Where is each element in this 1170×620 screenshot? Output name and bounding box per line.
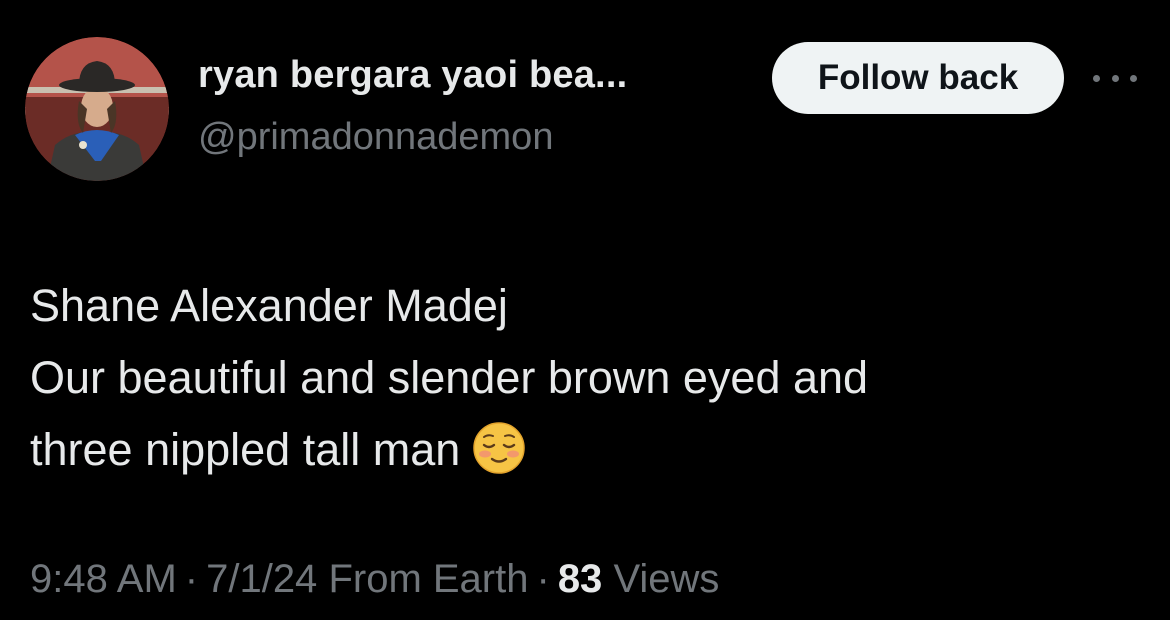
views-label: Views <box>613 557 720 601</box>
dot-icon <box>1093 74 1100 82</box>
tweet-meta: 9:48 AM · 7/1/24 From Earth · 83 Views <box>30 557 719 602</box>
relieved-face-emoji-icon <box>472 421 526 475</box>
tweet-card: ryan bergara yaoi bea... @primadonnademo… <box>0 0 1170 620</box>
dot-icon <box>1130 74 1137 82</box>
author-handle[interactable]: @primadonnademon <box>198 116 553 159</box>
tweet-source: From Earth <box>328 557 529 601</box>
tweet-line: Our beautiful and slender brown eyed and <box>30 352 869 403</box>
follow-back-button[interactable]: Follow back <box>772 42 1064 114</box>
tweet-line: Shane Alexander Madej <box>30 280 508 331</box>
tweet-date[interactable]: 7/1/24 <box>206 557 317 601</box>
tweet-line-with-emoji: three nippled tall man <box>30 414 1140 486</box>
author-display-name[interactable]: ryan bergara yaoi bea... <box>198 54 627 97</box>
meta-separator: · <box>184 557 199 601</box>
profile-photo-icon <box>25 37 169 181</box>
tweet-text: Shane Alexander Madej Our beautiful and … <box>30 270 1140 486</box>
tweet-time[interactable]: 9:48 AM <box>30 557 177 601</box>
avatar[interactable] <box>25 37 169 181</box>
meta-separator: · <box>536 557 550 601</box>
more-horizontal-icon[interactable] <box>1093 66 1137 90</box>
views-count[interactable]: 83 <box>558 557 603 601</box>
dot-icon <box>1111 74 1119 82</box>
tweet-line: three nippled tall man <box>30 424 461 475</box>
